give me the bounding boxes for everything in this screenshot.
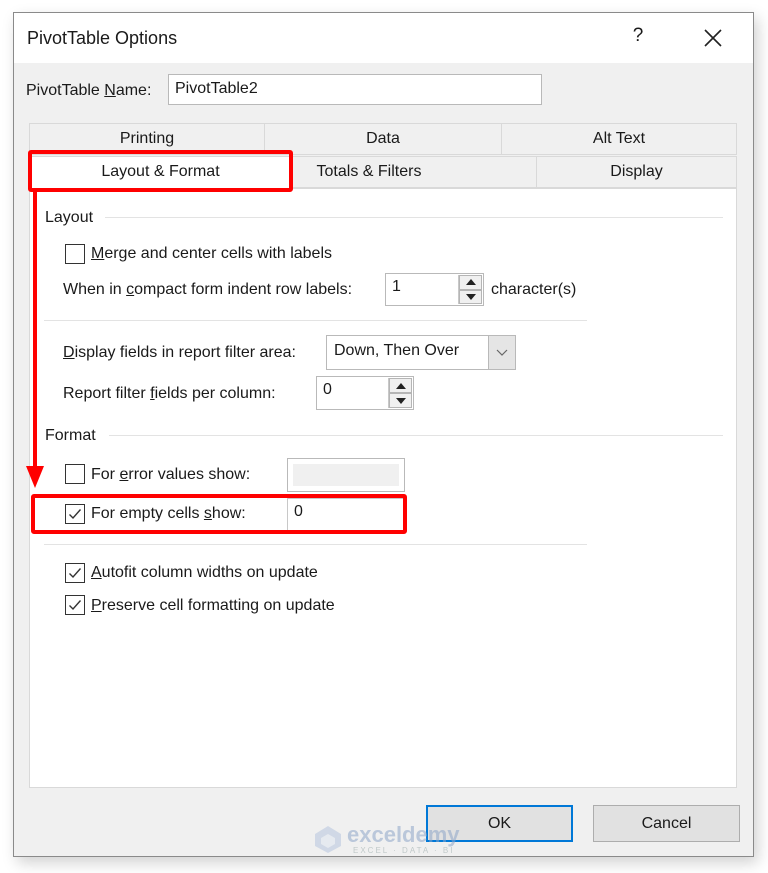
empty-cells-checkbox[interactable] (65, 504, 85, 524)
error-values-input[interactable] (287, 458, 405, 492)
format-group-label: Format (45, 427, 96, 444)
dialog-title: PivotTable Options (27, 28, 178, 48)
empty-cells-input[interactable]: 0 (287, 498, 405, 532)
arrow-up-icon (465, 279, 476, 286)
arrow-down-icon (465, 293, 476, 300)
exceldemy-logo-icon (315, 826, 341, 853)
checkmark-icon (69, 600, 82, 611)
pivottable-options-dialog: PivotTable Options ? PivotTable Name: Pi… (13, 12, 754, 857)
format-group-divider (109, 435, 723, 436)
watermark-brand: exceldemy (347, 822, 460, 847)
cancel-button[interactable]: Cancel (593, 805, 740, 842)
preserve-formatting-checkbox[interactable] (65, 595, 85, 615)
filter-fields-spin-buttons[interactable] (388, 378, 412, 408)
tab-alt-text[interactable]: Alt Text (501, 123, 737, 155)
indent-down-button[interactable] (459, 289, 482, 304)
tab-data[interactable]: Data (264, 123, 502, 155)
empty-cells-label: For empty cells show: (91, 505, 246, 522)
filter-fields-up-button[interactable] (389, 378, 412, 393)
error-values-label: For error values show: (91, 466, 251, 483)
checkmark-icon (69, 568, 82, 579)
indent-spinner[interactable]: 1 (385, 273, 484, 306)
arrow-up-icon (395, 382, 406, 389)
filter-fields-down-button[interactable] (389, 393, 412, 408)
indent-up-button[interactable] (459, 275, 482, 290)
close-button[interactable] (698, 23, 728, 53)
arrow-down-icon (395, 397, 406, 404)
indent-label: When in compact form indent row labels: (63, 281, 353, 298)
display-fields-label: Display fields in report filter area: (63, 344, 296, 361)
display-fields-dropdown-button[interactable] (488, 336, 515, 369)
layout-group-divider (105, 217, 723, 218)
preserve-formatting-label: Preserve cell formatting on update (91, 597, 335, 614)
filter-fields-value: 0 (323, 381, 332, 398)
merge-center-label: Merge and center cells with labels (91, 245, 333, 262)
title-bar: PivotTable Options ? (14, 13, 753, 63)
pivottable-name-label: PivotTable Name: (26, 82, 152, 99)
tab-printing[interactable]: Printing (29, 123, 265, 155)
indent-value: 1 (392, 278, 401, 295)
help-button[interactable]: ? (626, 25, 650, 51)
filter-fields-label: Report filter fields per column: (63, 385, 276, 402)
autofit-label: Autofit column widths on update (91, 564, 318, 581)
display-fields-value: Down, Then Over (334, 342, 460, 359)
filter-fields-spinner[interactable]: 0 (316, 376, 414, 410)
merge-center-checkbox[interactable] (65, 244, 85, 264)
checkmark-icon (69, 509, 82, 520)
tab-layout-format[interactable]: Layout & Format (29, 156, 292, 189)
display-fields-select[interactable]: Down, Then Over (326, 335, 516, 370)
format-subdivider (44, 544, 587, 545)
layout-subdivider (44, 320, 587, 321)
tab-display[interactable]: Display (536, 156, 737, 188)
chevron-down-icon (496, 349, 508, 356)
annotation-arrow-head (26, 466, 44, 488)
autofit-checkbox[interactable] (65, 563, 85, 583)
layout-group-label: Layout (45, 209, 94, 226)
indent-spin-buttons[interactable] (458, 275, 482, 304)
annotation-arrow-line (33, 190, 37, 470)
error-values-checkbox[interactable] (65, 464, 85, 484)
watermark-tagline: EXCEL · DATA · BI (353, 846, 455, 855)
close-icon (704, 29, 722, 47)
indent-unit-label: character(s) (491, 281, 577, 298)
pivottable-name-input[interactable]: PivotTable2 (168, 74, 542, 105)
exceldemy-watermark: exceldemy EXCEL · DATA · BI (313, 822, 463, 856)
